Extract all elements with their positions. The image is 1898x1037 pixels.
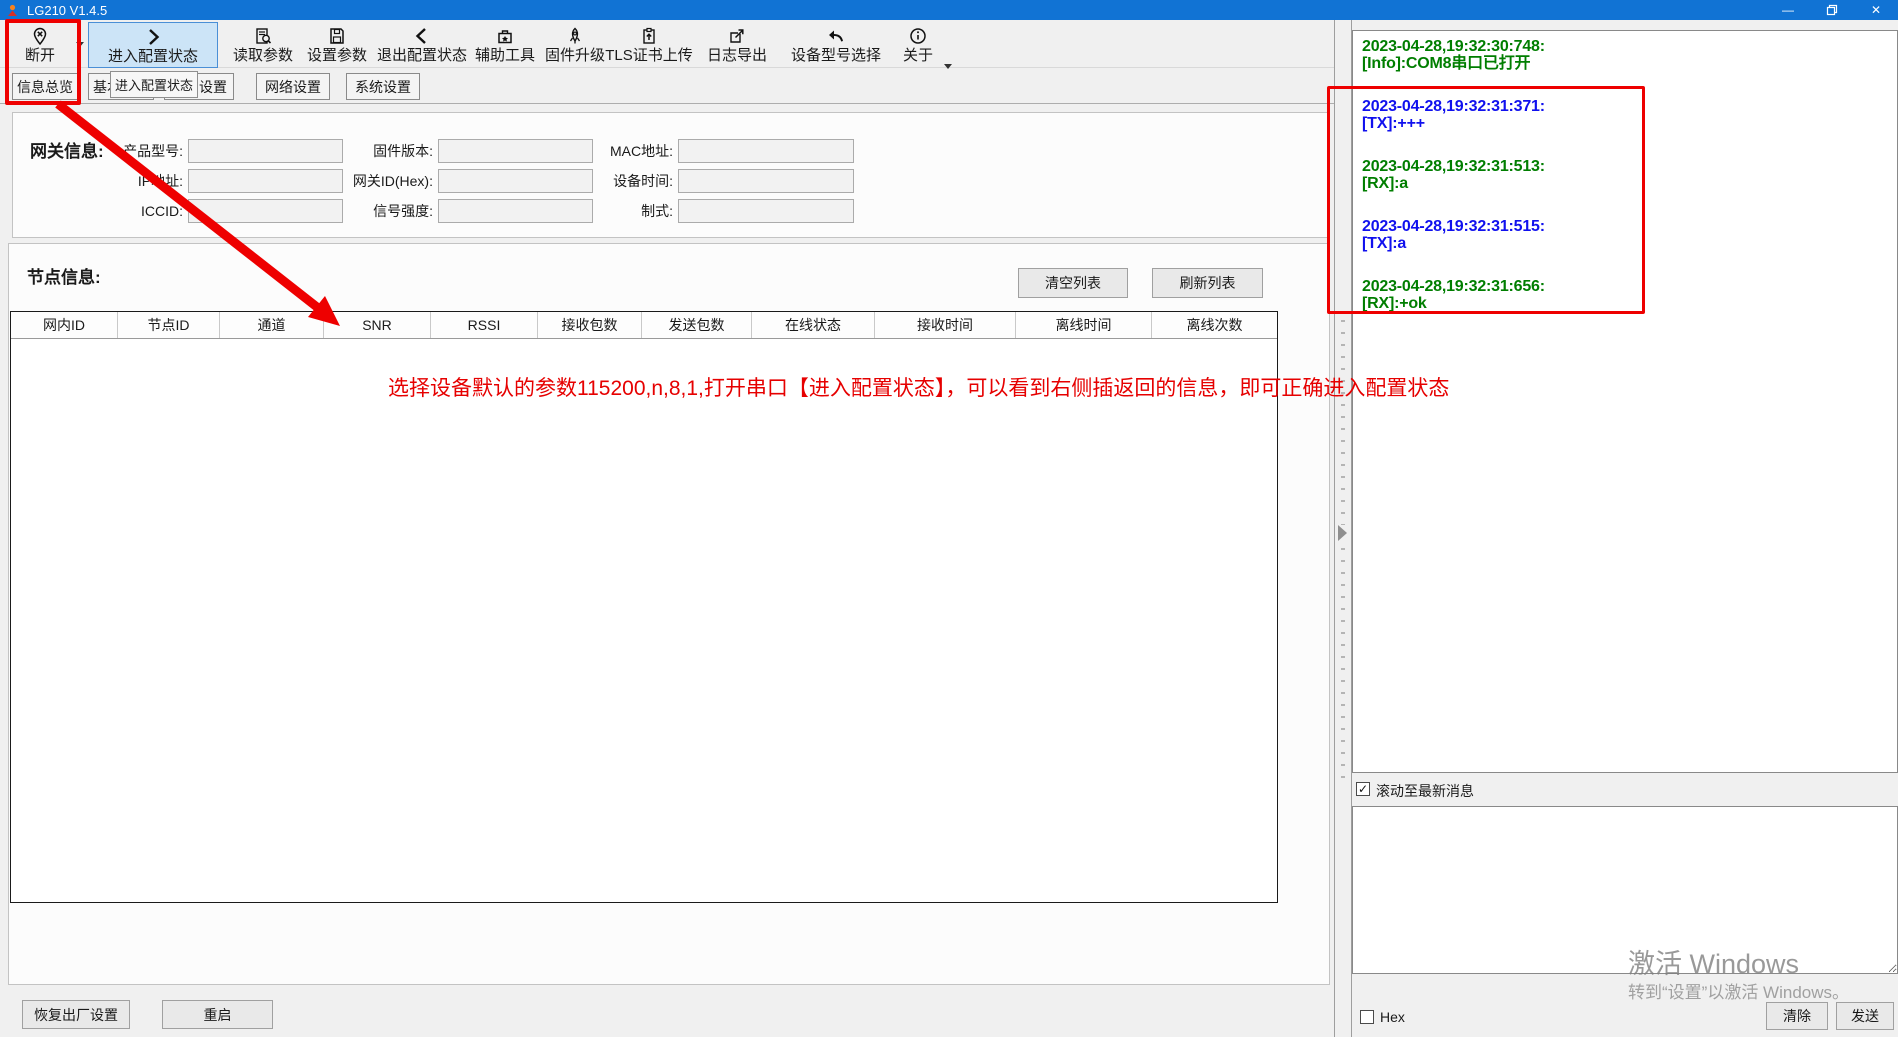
rocket-icon <box>565 25 585 47</box>
activate-windows-watermark-sub: 转到“设置”以激活 Windows。 <box>1628 978 1849 1003</box>
col-offline-time[interactable]: 离线时间 <box>1016 312 1152 338</box>
tooltip-text: 进入配置状态 <box>115 75 193 94</box>
clear-log-button[interactable]: 清除 <box>1766 1002 1828 1030</box>
annotation-rect-disconnect <box>5 19 81 105</box>
col-offline-count[interactable]: 离线次数 <box>1152 312 1277 338</box>
col-tx-packets[interactable]: 发送包数 <box>642 312 752 338</box>
hex-label: Hex <box>1380 1009 1405 1025</box>
restart-label: 重启 <box>204 1005 232 1025</box>
scroll-latest-checkbox[interactable]: ✓ <box>1356 782 1370 796</box>
node-table-header: 网内ID 节点ID 通道 SNR RSSI 接收包数 发送包数 在线状态 接收时… <box>11 312 1277 339</box>
read-params-doc-search-icon <box>253 25 273 47</box>
col-channel[interactable]: 通道 <box>220 312 324 338</box>
set-params-button[interactable]: 设置参数 <box>298 22 376 68</box>
annotation-text: 选择设备默认的参数115200,n,8,1,打开串口【进入配置状态】，可以看到右… <box>388 372 1449 402</box>
node-table-body <box>11 339 1277 902</box>
activate-windows-watermark: 激活 Windows <box>1628 942 1799 981</box>
aux-tools-label: 辅助工具 <box>475 47 535 65</box>
annotation-rect-log <box>1327 86 1645 314</box>
hex-checkbox[interactable] <box>1360 1010 1374 1024</box>
refresh-list-label: 刷新列表 <box>1180 273 1236 293</box>
mac-address-label: MAC地址: <box>513 139 673 163</box>
scroll-latest-label: 滚动至最新消息 <box>1376 781 1474 801</box>
device-model-select-label: 设备型号选择 <box>791 47 881 65</box>
log-message: 2023-04-28,19:32:30:748: [Info]:COM8串口已打… <box>1362 38 1897 72</box>
signal-strength-label: 信号强度: <box>273 199 433 223</box>
firmware-version-label: 固件版本: <box>273 139 433 163</box>
device-time-field[interactable] <box>678 169 854 193</box>
tls-cert-upload-label: TLS证书上传 <box>605 47 693 65</box>
mac-address-field[interactable] <box>678 139 854 163</box>
tls-cert-upload-button[interactable]: TLS证书上传 <box>596 22 702 68</box>
clipboard-upload-icon <box>639 25 659 47</box>
tab-system-settings[interactable]: 系统设置 <box>346 73 420 100</box>
clear-list-label: 清空列表 <box>1045 273 1101 293</box>
send-label: 发送 <box>1851 1006 1879 1026</box>
restore-button[interactable] <box>1810 0 1854 20</box>
exit-config-button[interactable]: 退出配置状态 <box>372 22 472 68</box>
enter-config-tooltip: 进入配置状态 <box>110 71 198 98</box>
factory-reset-button[interactable]: 恢复出厂设置 <box>22 1000 130 1029</box>
tab-network-settings[interactable]: 网络设置 <box>256 73 330 100</box>
col-rx-packets[interactable]: 接收包数 <box>538 312 642 338</box>
product-model-label: 产品型号: <box>23 139 183 163</box>
info-icon <box>908 25 928 47</box>
enter-config-button[interactable]: 进入配置状态 <box>88 22 218 68</box>
chevron-left-icon <box>412 25 432 47</box>
undo-arrow-icon <box>826 25 846 47</box>
restart-button[interactable]: 重启 <box>162 1000 273 1029</box>
splitter-collapse-arrow-icon[interactable] <box>1338 525 1347 541</box>
titlebar: LG210 V1.4.5 — ✕ <box>0 0 1898 20</box>
aux-tools-button[interactable]: 辅助工具 <box>466 22 544 68</box>
app-logo-icon <box>6 4 19 17</box>
node-info-title: 节点信息: <box>27 263 101 288</box>
about-button[interactable]: 关于 <box>896 22 940 68</box>
clear-log-label: 清除 <box>1783 1006 1811 1026</box>
check-icon: ✓ <box>1358 783 1368 795</box>
col-rx-time[interactable]: 接收时间 <box>875 312 1016 338</box>
col-snr[interactable]: SNR <box>324 312 431 338</box>
device-model-select-button[interactable]: 设备型号选择 <box>784 22 888 68</box>
set-params-label: 设置参数 <box>307 47 367 65</box>
tab-system-settings-label: 系统设置 <box>355 77 411 97</box>
log-time: 2023-04-28,19:32:30:748: <box>1362 38 1897 55</box>
col-node-id[interactable]: 节点ID <box>118 312 220 338</box>
ip-address-label: IP地址: <box>23 169 183 193</box>
minimize-button[interactable]: — <box>1766 0 1810 20</box>
app-window: LG210 V1.4.5 — ✕ 断开 进入配置状态 <box>0 0 1898 1037</box>
log-export-label: 日志导出 <box>707 47 767 65</box>
send-button[interactable]: 发送 <box>1836 1002 1894 1030</box>
send-input[interactable] <box>1352 806 1898 974</box>
export-icon <box>727 25 747 47</box>
about-label: 关于 <box>903 47 933 65</box>
read-params-button[interactable]: 读取参数 <box>224 22 302 68</box>
log-text: [Info]:COM8串口已打开 <box>1362 55 1897 72</box>
refresh-list-button[interactable]: 刷新列表 <box>1152 268 1263 298</box>
log-export-button[interactable]: 日志导出 <box>698 22 776 68</box>
iccid-label: ICCID: <box>23 199 183 223</box>
gateway-id-label: 网关ID(Hex): <box>273 169 433 193</box>
device-time-label: 设备时间: <box>513 169 673 193</box>
enter-config-label: 进入配置状态 <box>108 48 198 66</box>
about-dropdown-caret-icon[interactable] <box>944 64 952 69</box>
close-button[interactable]: ✕ <box>1854 0 1898 20</box>
col-online-status[interactable]: 在线状态 <box>752 312 875 338</box>
toolbox-icon <box>495 25 515 47</box>
read-params-label: 读取参数 <box>233 47 293 65</box>
network-standard-field[interactable] <box>678 199 854 223</box>
exit-config-label: 退出配置状态 <box>377 47 467 65</box>
col-net-id[interactable]: 网内ID <box>11 312 118 338</box>
factory-reset-label: 恢复出厂设置 <box>34 1005 118 1025</box>
network-standard-label: 制式: <box>513 199 673 223</box>
chevron-right-icon <box>143 26 163 48</box>
col-rssi[interactable]: RSSI <box>431 312 538 338</box>
window-title: LG210 V1.4.5 <box>27 3 107 18</box>
tab-separator-line <box>0 103 1334 104</box>
clear-list-button[interactable]: 清空列表 <box>1018 268 1128 298</box>
save-floppy-icon <box>327 25 347 47</box>
tab-network-settings-label: 网络设置 <box>265 77 321 97</box>
